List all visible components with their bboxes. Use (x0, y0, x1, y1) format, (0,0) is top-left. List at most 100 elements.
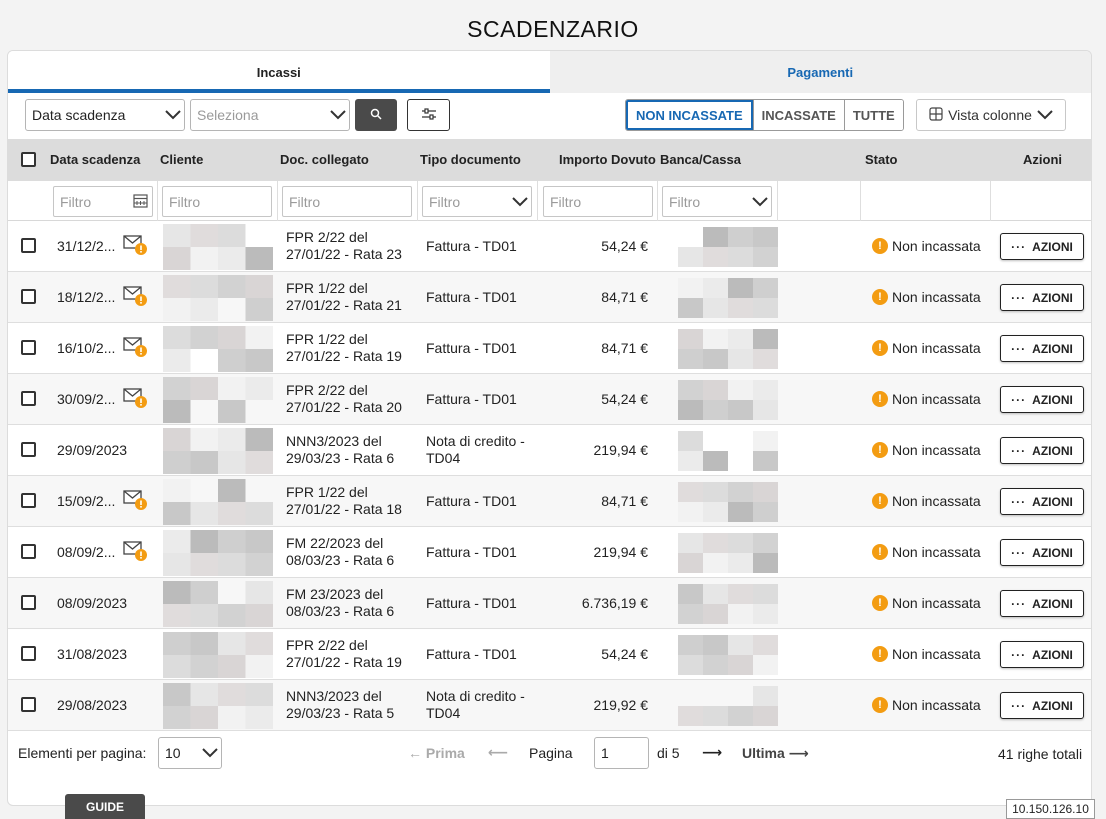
amount-due: 54,24 € (601, 391, 648, 407)
last-page-button[interactable]: Ultima ⟶ (742, 745, 809, 762)
client-name-redacted (163, 224, 273, 270)
document-type: Fattura - TD01 (426, 289, 517, 305)
due-date: 08/09/2... (57, 544, 116, 560)
actions-button[interactable]: ··· AZIONI (1000, 437, 1084, 464)
actions-button[interactable]: ··· AZIONI (1000, 641, 1084, 668)
linked-document[interactable]: FPR 1/22 del 27/01/22 - Rata 21 (286, 280, 414, 314)
filter-settings-button[interactable] (407, 99, 450, 131)
amount-due: 84,71 € (601, 289, 648, 305)
mail-warning-icon[interactable] (123, 489, 149, 511)
linked-document[interactable]: FPR 2/22 del 27/01/22 - Rata 20 (286, 382, 414, 416)
page-title: SCADENZARIO (467, 16, 639, 42)
linked-document[interactable]: FPR 1/22 del 27/01/22 - Rata 19 (286, 331, 414, 365)
bank-redacted (678, 584, 778, 624)
linked-document[interactable]: FPR 1/22 del 27/01/22 - Rata 18 (286, 484, 414, 518)
mail-warning-icon[interactable] (123, 234, 149, 256)
client-name-redacted (163, 377, 273, 423)
header-banca-cassa[interactable]: Banca/Cassa (660, 152, 741, 167)
filter-date-input[interactable]: Filtro (53, 186, 153, 217)
bank-redacted (678, 635, 778, 675)
header-tipo-documento[interactable]: Tipo documento (420, 152, 521, 167)
due-date: 29/09/2023 (57, 442, 128, 458)
document-type: Fattura - TD01 (426, 646, 517, 662)
more-dots-icon: ··· (1011, 341, 1027, 356)
status-filter-tutte[interactable]: TUTTE (843, 100, 903, 130)
select-all-checkbox[interactable] (21, 152, 36, 167)
mail-warning-icon[interactable] (123, 336, 149, 358)
status-badge: ! Non incassata (872, 442, 981, 458)
client-name-redacted (163, 326, 273, 372)
tab-pagamenti[interactable]: Pagamenti (549, 51, 1091, 93)
bank-redacted (678, 533, 778, 573)
mail-warning-icon[interactable] (123, 285, 149, 307)
first-page-button[interactable]: ← Prima (408, 745, 465, 761)
row-checkbox[interactable] (21, 595, 36, 610)
search-button[interactable] (355, 99, 397, 131)
actions-button[interactable]: ··· AZIONI (1000, 539, 1084, 566)
bank-redacted (678, 227, 778, 267)
row-checkbox[interactable] (21, 544, 36, 559)
tab-incassi[interactable]: Incassi (8, 51, 550, 93)
actions-button[interactable]: ··· AZIONI (1000, 335, 1084, 362)
more-dots-icon: ··· (1011, 698, 1027, 713)
guide-button[interactable]: GUIDE (65, 794, 145, 819)
columns-view-button[interactable]: Vista colonne (916, 99, 1066, 131)
tab-bar: Incassi Pagamenti (8, 51, 1091, 93)
mail-warning-icon[interactable] (123, 387, 149, 409)
status-filter-non-incassate[interactable]: NON INCASSATE (626, 100, 753, 130)
actions-button[interactable]: ··· AZIONI (1000, 692, 1084, 719)
table-header: Data scadenza Cliente Doc. collegato Tip… (8, 139, 1091, 181)
document-type: Nota di credito - TD04 (426, 688, 525, 721)
row-checkbox[interactable] (21, 697, 36, 712)
filter-tipo-select[interactable]: Filtro (422, 186, 532, 217)
row-checkbox[interactable] (21, 238, 36, 253)
row-checkbox[interactable] (21, 289, 36, 304)
table-row: 18/12/2... FPR 1/22 del 27/01/22 - Rata 21… (8, 272, 1091, 323)
prev-page-arrow-icon[interactable]: ⟵ (488, 744, 508, 761)
pagination-bar: Elementi per pagina: 10 ← Prima ⟵ Pagina… (8, 731, 1091, 777)
client-name-redacted (163, 479, 273, 525)
warning-icon: ! (872, 340, 888, 356)
header-data-scadenza[interactable]: Data scadenza (50, 152, 140, 167)
linked-document[interactable]: FM 23/2023 del 08/03/23 - Rata 6 (286, 586, 414, 620)
linked-document[interactable]: FM 22/2023 del 08/03/23 - Rata 6 (286, 535, 414, 569)
row-checkbox[interactable] (21, 442, 36, 457)
table-row: 29/08/2023 NNN3/2023 del 29/03/23 - Rata 5… (8, 680, 1091, 731)
client-name-redacted (163, 275, 273, 321)
date-type-select[interactable]: Data scadenza (25, 99, 185, 131)
header-doc-collegato[interactable]: Doc. collegato (280, 152, 369, 167)
document-type: Fattura - TD01 (426, 238, 517, 254)
filter-banca-select[interactable]: Filtro (662, 186, 772, 217)
status-filter-incassate[interactable]: INCASSATE (752, 100, 844, 130)
document-type: Fattura - TD01 (426, 391, 517, 407)
header-cliente[interactable]: Cliente (160, 152, 203, 167)
date-type-value: Data scadenza (32, 107, 126, 123)
more-dots-icon: ··· (1011, 290, 1027, 305)
linked-document[interactable]: FPR 2/22 del 27/01/22 - Rata 19 (286, 637, 414, 671)
linked-document[interactable]: NNN3/2023 del 29/03/23 - Rata 6 (286, 433, 414, 467)
due-date: 31/12/2... (57, 238, 116, 254)
header-importo-dovuto[interactable]: Importo Dovuto (559, 152, 656, 167)
linked-document[interactable]: NNN3/2023 del 29/03/23 - Rata 5 (286, 688, 414, 722)
linked-document[interactable]: FPR 2/22 del 27/01/22 - Rata 23 (286, 229, 414, 263)
warning-icon: ! (872, 493, 888, 509)
row-checkbox[interactable] (21, 391, 36, 406)
actions-button[interactable]: ··· AZIONI (1000, 386, 1084, 413)
per-page-select[interactable]: 10 (158, 737, 222, 769)
header-stato[interactable]: Stato (865, 152, 898, 167)
row-checkbox[interactable] (21, 493, 36, 508)
filter-doc-input[interactable]: Filtro (282, 186, 412, 217)
actions-button[interactable]: ··· AZIONI (1000, 488, 1084, 515)
filter-importo-input[interactable]: Filtro (543, 186, 653, 217)
client-name-redacted (163, 581, 273, 627)
actions-button[interactable]: ··· AZIONI (1000, 284, 1084, 311)
actions-button[interactable]: ··· AZIONI (1000, 590, 1084, 617)
mail-warning-icon[interactable] (123, 540, 149, 562)
row-checkbox[interactable] (21, 646, 36, 661)
next-page-arrow-icon[interactable]: ⟶ (702, 744, 722, 761)
period-select[interactable]: Seleziona (190, 99, 350, 131)
actions-button[interactable]: ··· AZIONI (1000, 233, 1084, 260)
row-checkbox[interactable] (21, 340, 36, 355)
filter-cliente-input[interactable]: Filtro (162, 186, 272, 217)
page-input[interactable]: 1 (594, 737, 649, 769)
